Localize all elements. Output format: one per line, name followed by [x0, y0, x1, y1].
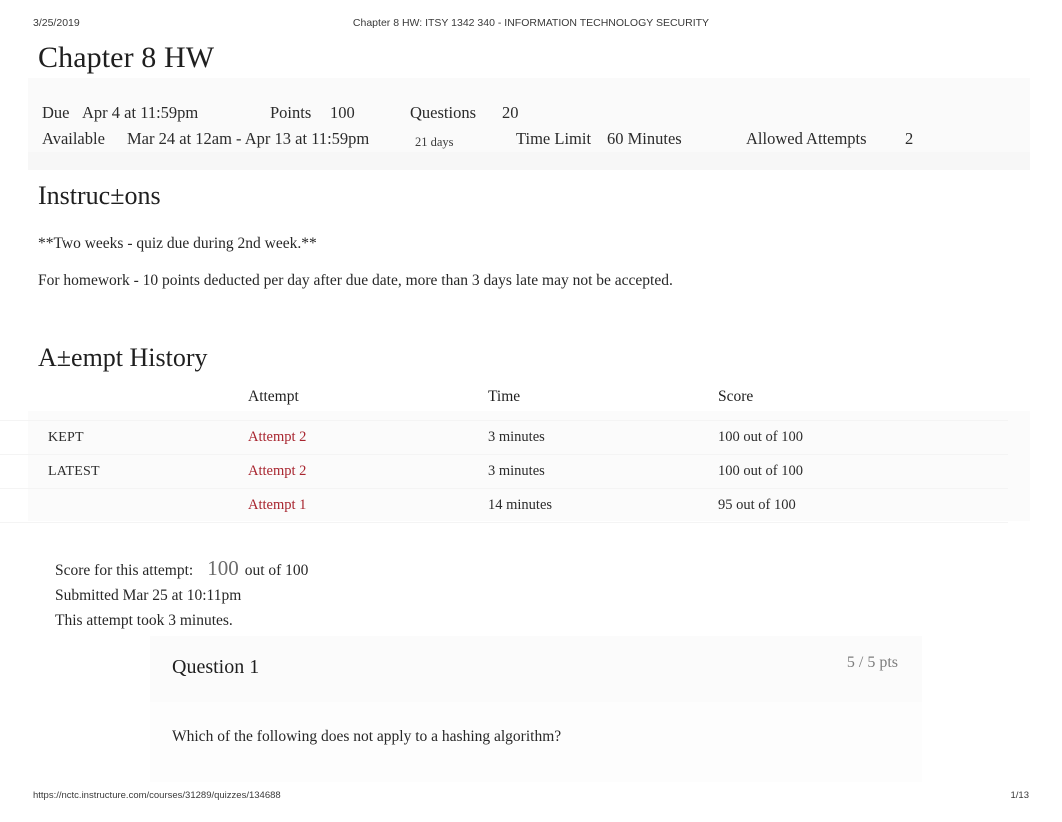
points-value: 100 — [330, 103, 355, 122]
question-title: Question 1 — [172, 656, 260, 678]
attempt-time: 3 minutes — [488, 454, 718, 489]
time-limit-value: 60 Minutes — [607, 129, 682, 148]
table-row: Attempt 1 14 minutes 95 out of 100 — [0, 488, 1008, 523]
attempt-link[interactable]: Attempt 1 — [248, 497, 306, 513]
attempt-history-heading: A±empt History — [38, 343, 208, 372]
question-body: Which of the following does not apply to… — [150, 702, 922, 782]
table-row-spacer — [0, 522, 1008, 541]
attempt-link[interactable]: Attempt 2 — [248, 429, 306, 445]
instructions-heading: Instruc±ons — [38, 181, 161, 210]
questions-label: Questions — [410, 103, 476, 122]
attempt-badge: KEPT — [48, 430, 84, 445]
column-header-score: Score — [718, 388, 754, 405]
attempt-history-section: Attempt Time Score KEPT Attempt 2 3 minu… — [0, 388, 1062, 541]
footer-page-number: 1/13 — [1010, 790, 1030, 801]
score-value: 100 — [207, 556, 239, 580]
available-value: Mar 24 at 12am - Apr 13 at 11:59pm — [127, 129, 370, 148]
due-value: Apr 4 at 11:59pm — [82, 103, 199, 122]
score-line: Score for this attempt: 100 out of 100 — [55, 556, 308, 583]
question-text: Which of the following does not apply to… — [172, 728, 562, 745]
question-card: Question 1 5 / 5 pts Which of the follow… — [150, 636, 922, 782]
instructions-paragraph-1: **Two weeks - quiz due during 2nd week.*… — [38, 235, 317, 252]
allowed-attempts-label: Allowed Attempts — [746, 129, 867, 148]
attempt-badge: LATEST — [48, 464, 100, 479]
table-header-row: Attempt Time Score — [0, 388, 1008, 421]
score-out-of: out of 100 — [244, 562, 309, 579]
details-band-lower — [28, 152, 1030, 170]
table-row: LATEST Attempt 2 3 minutes 100 out of 10… — [0, 454, 1008, 489]
available-duration: 21 days — [415, 135, 454, 149]
page-title: Chapter 8 HW — [38, 41, 215, 74]
attempt-link[interactable]: Attempt 2 — [248, 463, 306, 479]
duration-line: This attempt took 3 minutes. — [55, 612, 233, 629]
print-footer: https://nctc.instructure.com/courses/312… — [0, 790, 1062, 804]
attempt-score: 100 out of 100 — [718, 454, 1008, 489]
time-limit-label: Time Limit — [516, 129, 592, 148]
available-label: Available — [42, 129, 105, 148]
column-header-time: Time — [488, 388, 521, 405]
points-label: Points — [270, 103, 312, 122]
due-label: Due — [42, 103, 70, 122]
attempt-score: 95 out of 100 — [718, 488, 1008, 523]
score-label: Score for this attempt: — [55, 562, 194, 579]
question-points: 5 / 5 pts — [846, 654, 898, 671]
attempt-time: 3 minutes — [488, 420, 718, 455]
attempt-history-table: Attempt Time Score KEPT Attempt 2 3 minu… — [0, 388, 1008, 541]
column-header-attempt: Attempt — [248, 388, 299, 405]
attempt-time: 14 minutes — [488, 488, 718, 523]
attempt-summary: Score for this attempt: 100 out of 100 Sub… — [55, 556, 308, 633]
submitted-line: Submitted Mar 25 at 10:11pm — [55, 587, 242, 604]
quiz-results-page: 3/25/2019 Chapter 8 HW: ITSY 1342 340 - … — [0, 0, 1062, 822]
column-header-badge — [0, 388, 248, 421]
question-header: Question 1 5 / 5 pts — [150, 636, 922, 702]
instructions-paragraph-2: For homework - 10 points deducted per da… — [38, 272, 673, 289]
allowed-attempts-value: 2 — [905, 129, 914, 148]
print-document-title: Chapter 8 HW: ITSY 1342 340 - INFORMATIO… — [352, 17, 710, 29]
table-row: KEPT Attempt 2 3 minutes 100 out of 100 — [0, 420, 1008, 455]
attempt-score: 100 out of 100 — [718, 420, 1008, 455]
questions-value: 20 — [502, 103, 519, 122]
footer-url: https://nctc.instructure.com/courses/312… — [33, 790, 281, 801]
print-header: 3/25/2019 Chapter 8 HW: ITSY 1342 340 - … — [0, 17, 1062, 33]
